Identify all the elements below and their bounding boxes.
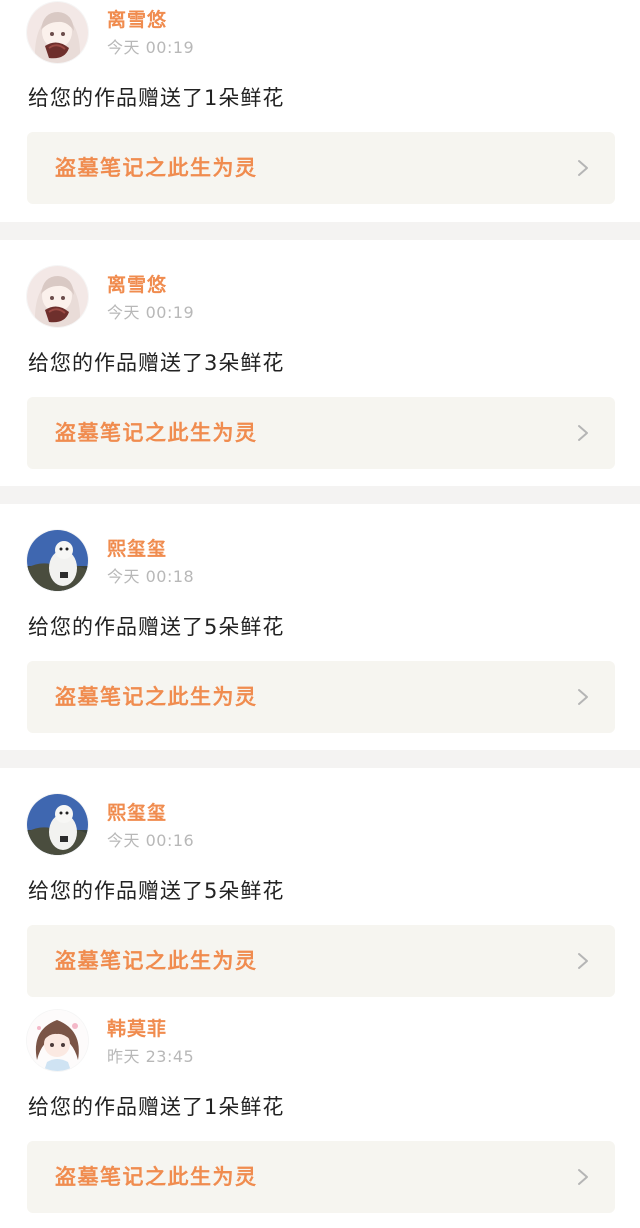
user-avatar[interactable] xyxy=(27,794,88,855)
white-dog-avatar-icon xyxy=(27,530,88,591)
card-divider xyxy=(0,486,640,504)
chevron-right-icon xyxy=(577,424,589,442)
gift-message: 给您的作品赠送了1朵鲜花 xyxy=(28,1095,285,1119)
anime-girl-avatar-icon xyxy=(27,266,88,327)
gift-message: 给您的作品赠送了5朵鲜花 xyxy=(28,615,285,639)
chibi-girl-avatar-icon xyxy=(27,1010,88,1071)
chevron-right-icon xyxy=(577,952,589,970)
username[interactable]: 熙玺玺 xyxy=(107,538,167,560)
work-title: 盗墓笔记之此生为灵 xyxy=(55,949,258,973)
timestamp: 今天 00:18 xyxy=(107,567,195,586)
gift-message: 给您的作品赠送了3朵鲜花 xyxy=(28,351,285,375)
work-link[interactable]: 盗墓笔记之此生为灵 xyxy=(27,925,615,997)
white-dog-avatar-icon xyxy=(27,794,88,855)
anime-girl-avatar-icon xyxy=(27,2,88,63)
work-link[interactable]: 盗墓笔记之此生为灵 xyxy=(27,661,615,733)
work-link[interactable]: 盗墓笔记之此生为灵 xyxy=(27,1141,615,1213)
work-link[interactable]: 盗墓笔记之此生为灵 xyxy=(27,397,615,469)
work-title: 盗墓笔记之此生为灵 xyxy=(55,685,258,709)
notification-card: 离雪悠 今天 00:19 给您的作品赠送了3朵鲜花 盗墓笔记之此生为灵 xyxy=(0,240,640,486)
notification-feed: 离雪悠 今天 00:19 给您的作品赠送了1朵鲜花 盗墓笔记之此生为灵 离雪悠 xyxy=(0,0,640,1228)
work-link[interactable]: 盗墓笔记之此生为灵 xyxy=(27,132,615,204)
card-divider xyxy=(0,750,640,768)
timestamp: 今天 00:19 xyxy=(107,303,195,322)
notification-card: 熙玺玺 今天 00:16 给您的作品赠送了5朵鲜花 盗墓笔记之此生为灵 xyxy=(0,768,640,1000)
username[interactable]: 熙玺玺 xyxy=(107,802,167,824)
notification-card: 离雪悠 今天 00:19 给您的作品赠送了1朵鲜花 盗墓笔记之此生为灵 xyxy=(0,0,640,222)
chevron-right-icon xyxy=(577,688,589,706)
work-title: 盗墓笔记之此生为灵 xyxy=(55,156,258,180)
username[interactable]: 韩莫菲 xyxy=(107,1018,167,1040)
notification-card: 韩莫菲 昨天 23:45 给您的作品赠送了1朵鲜花 盗墓笔记之此生为灵 xyxy=(0,1000,640,1228)
timestamp: 今天 00:19 xyxy=(107,38,195,57)
gift-message: 给您的作品赠送了5朵鲜花 xyxy=(28,879,285,903)
chevron-right-icon xyxy=(577,1168,589,1186)
user-avatar[interactable] xyxy=(27,530,88,591)
notification-card: 熙玺玺 今天 00:18 给您的作品赠送了5朵鲜花 盗墓笔记之此生为灵 xyxy=(0,504,640,750)
user-avatar[interactable] xyxy=(27,266,88,327)
work-title: 盗墓笔记之此生为灵 xyxy=(55,421,258,445)
timestamp: 昨天 23:45 xyxy=(107,1047,195,1066)
username[interactable]: 离雪悠 xyxy=(107,9,167,31)
chevron-right-icon xyxy=(577,159,589,177)
user-avatar[interactable] xyxy=(27,1010,88,1071)
username[interactable]: 离雪悠 xyxy=(107,274,167,296)
timestamp: 今天 00:16 xyxy=(107,831,195,850)
work-title: 盗墓笔记之此生为灵 xyxy=(55,1165,258,1189)
card-divider xyxy=(0,222,640,240)
user-avatar[interactable] xyxy=(27,2,88,63)
gift-message: 给您的作品赠送了1朵鲜花 xyxy=(28,86,285,110)
